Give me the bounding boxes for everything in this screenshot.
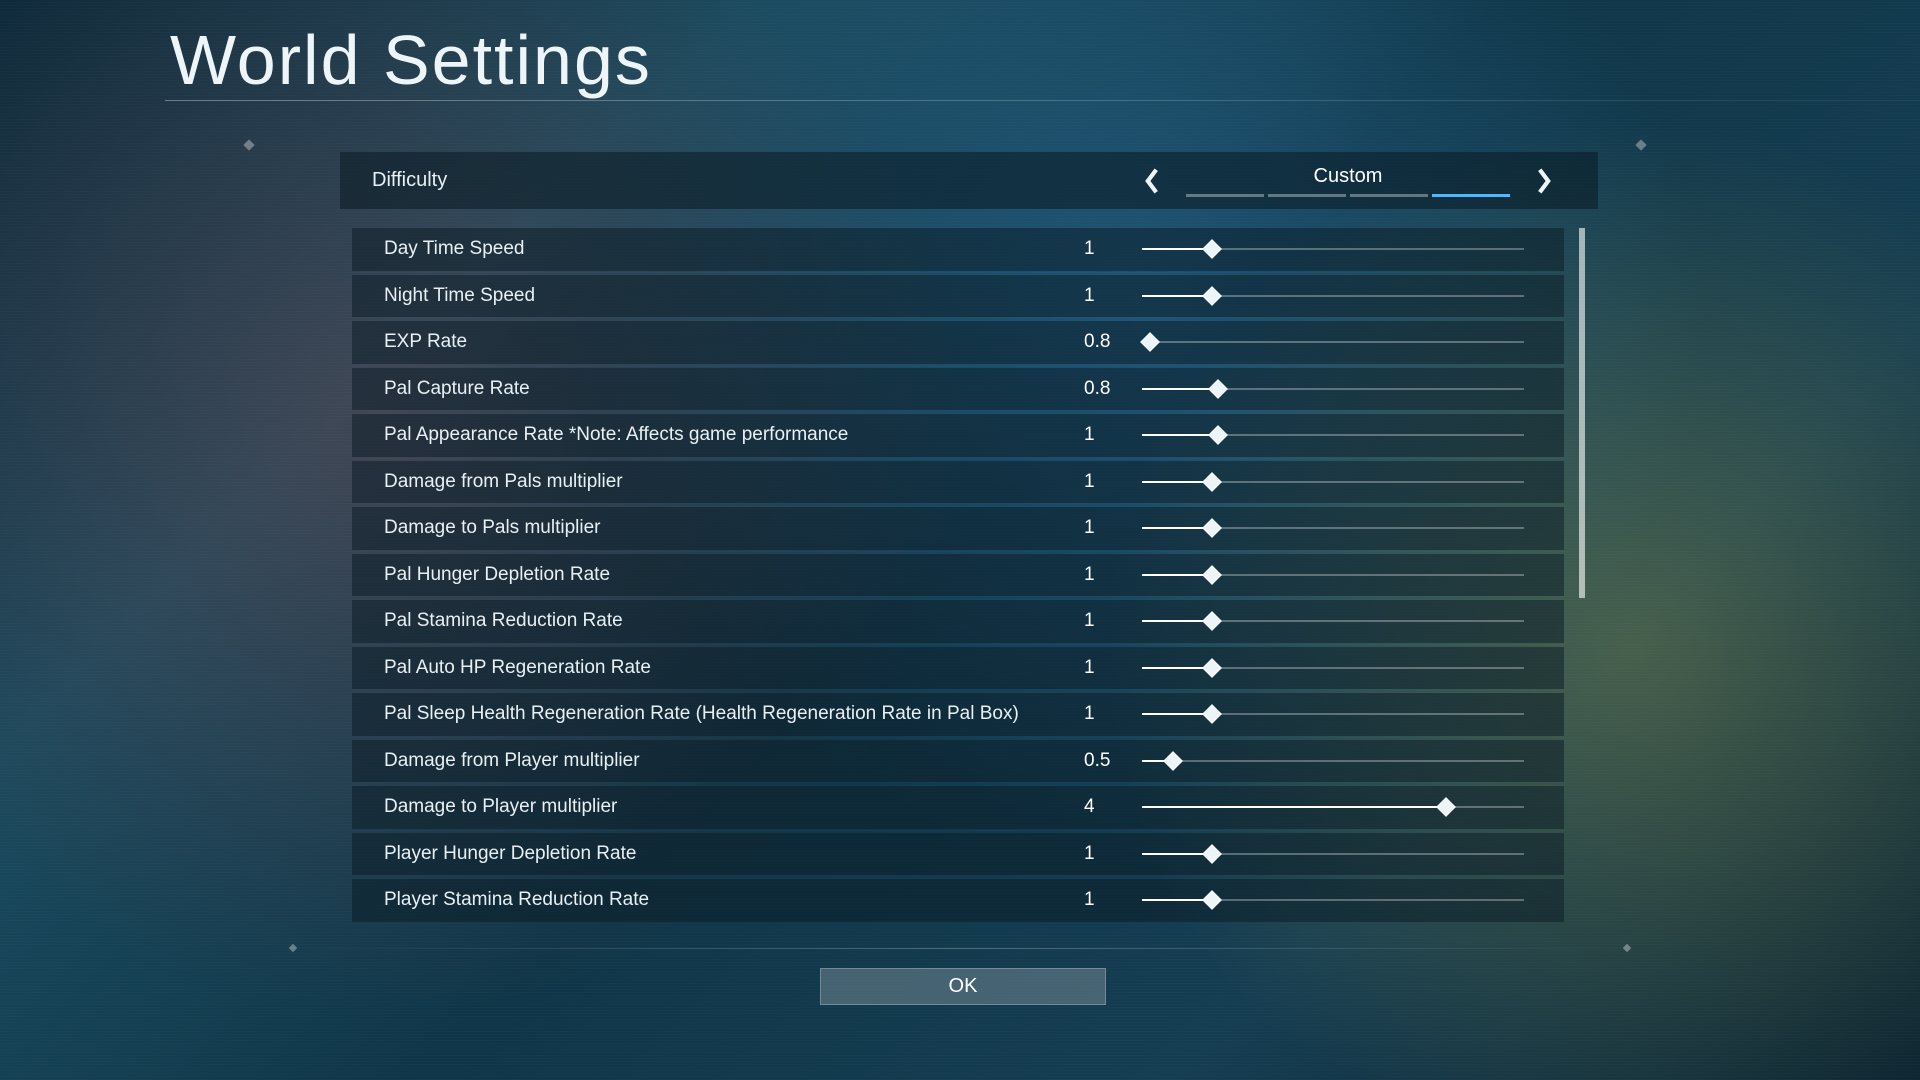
slider-thumb[interactable]	[1202, 704, 1222, 724]
setting-label: Pal Auto HP Regeneration Rate	[384, 657, 651, 679]
setting-slider[interactable]	[1142, 423, 1524, 447]
setting-row: Night Time Speed1	[352, 275, 1564, 318]
difficulty-selector: Custom	[1138, 152, 1558, 209]
setting-label: Pal Sleep Health Regeneration Rate (Heal…	[384, 703, 1019, 725]
setting-row: EXP Rate0.8	[352, 321, 1564, 364]
chevron-right-icon[interactable]	[1530, 167, 1558, 195]
setting-row: Pal Stamina Reduction Rate1	[352, 600, 1564, 643]
scrollbar[interactable]	[1579, 228, 1585, 928]
setting-slider[interactable]	[1142, 702, 1524, 726]
setting-label: Damage to Player multiplier	[384, 796, 617, 818]
slider-thumb[interactable]	[1208, 425, 1228, 445]
setting-label: Damage from Pals multiplier	[384, 471, 623, 493]
difficulty-row: Difficulty Custom	[340, 152, 1598, 209]
setting-slider[interactable]	[1142, 284, 1524, 308]
setting-row: Day Time Speed1	[352, 228, 1564, 271]
setting-row: Damage to Pals multiplier1	[352, 507, 1564, 550]
slider-thumb[interactable]	[1202, 890, 1222, 910]
difficulty-tick	[1432, 194, 1510, 197]
scrollbar-thumb[interactable]	[1579, 228, 1585, 598]
setting-label: Day Time Speed	[384, 238, 524, 260]
setting-row: Pal Hunger Depletion Rate1	[352, 554, 1564, 597]
setting-row: Damage from Player multiplier0.5	[352, 740, 1564, 783]
setting-label: Damage to Pals multiplier	[384, 517, 600, 539]
setting-label: EXP Rate	[384, 331, 467, 353]
slider-thumb[interactable]	[1436, 797, 1456, 817]
setting-row: Damage to Player multiplier4	[352, 786, 1564, 829]
setting-label: Player Stamina Reduction Rate	[384, 889, 649, 911]
slider-thumb[interactable]	[1163, 751, 1183, 771]
slider-thumb[interactable]	[1202, 658, 1222, 678]
setting-label: Pal Capture Rate	[384, 378, 530, 400]
setting-row: Damage from Pals multiplier1	[352, 461, 1564, 504]
setting-slider[interactable]	[1142, 563, 1524, 587]
setting-row: Player Stamina Reduction Rate1	[352, 879, 1564, 922]
difficulty-tick	[1186, 194, 1264, 197]
setting-slider[interactable]	[1142, 749, 1524, 773]
settings-list: Day Time Speed1Night Time Speed1EXP Rate…	[352, 228, 1576, 928]
slider-thumb[interactable]	[1202, 286, 1222, 306]
setting-label: Damage from Player multiplier	[384, 750, 640, 772]
divider	[290, 948, 1630, 949]
setting-slider[interactable]	[1142, 842, 1524, 866]
setting-row: Pal Capture Rate0.8	[352, 368, 1564, 411]
chevron-left-icon[interactable]	[1138, 167, 1166, 195]
slider-thumb[interactable]	[1140, 332, 1160, 352]
setting-slider[interactable]	[1142, 888, 1524, 912]
setting-label: Pal Stamina Reduction Rate	[384, 610, 623, 632]
setting-label: Pal Appearance Rate *Note: Affects game …	[384, 424, 848, 446]
setting-slider[interactable]	[1142, 237, 1524, 261]
difficulty-ticks	[1186, 194, 1510, 197]
difficulty-value: Custom	[1314, 165, 1383, 188]
ok-button[interactable]: OK	[820, 968, 1106, 1005]
setting-row: Pal Appearance Rate *Note: Affects game …	[352, 414, 1564, 457]
setting-slider[interactable]	[1142, 330, 1524, 354]
slider-thumb[interactable]	[1202, 472, 1222, 492]
setting-slider[interactable]	[1142, 795, 1524, 819]
setting-slider[interactable]	[1142, 516, 1524, 540]
slider-thumb[interactable]	[1202, 844, 1222, 864]
setting-label: Night Time Speed	[384, 285, 535, 307]
setting-slider[interactable]	[1142, 609, 1524, 633]
setting-row: Pal Sleep Health Regeneration Rate (Heal…	[352, 693, 1564, 736]
slider-thumb[interactable]	[1202, 239, 1222, 259]
page-title: World Settings	[170, 20, 652, 100]
setting-label: Pal Hunger Depletion Rate	[384, 564, 610, 586]
slider-thumb[interactable]	[1208, 379, 1228, 399]
difficulty-tick	[1350, 194, 1428, 197]
setting-row: Player Hunger Depletion Rate1	[352, 833, 1564, 876]
difficulty-label: Difficulty	[372, 169, 447, 192]
difficulty-tick	[1268, 194, 1346, 197]
title-underline	[165, 100, 1920, 101]
slider-thumb[interactable]	[1202, 565, 1222, 585]
slider-thumb[interactable]	[1202, 611, 1222, 631]
setting-label: Player Hunger Depletion Rate	[384, 843, 636, 865]
setting-slider[interactable]	[1142, 656, 1524, 680]
setting-slider[interactable]	[1142, 377, 1524, 401]
setting-slider[interactable]	[1142, 470, 1524, 494]
slider-thumb[interactable]	[1202, 518, 1222, 538]
setting-row: Pal Auto HP Regeneration Rate1	[352, 647, 1564, 690]
